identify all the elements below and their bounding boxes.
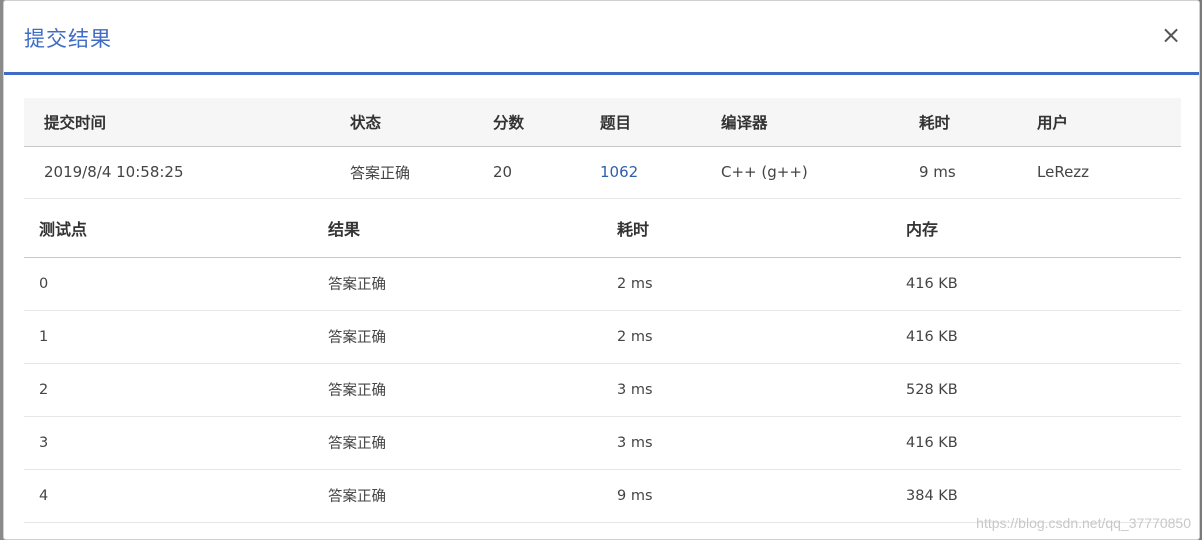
testcase-id: 3 <box>39 434 49 451</box>
testcase-header-row: 测试点 结果 耗时 内存 <box>24 200 1181 257</box>
submission-summary-table: 提交时间 状态 分数 题目 编译器 耗时 用户 2019/8/4 10:58:2… <box>24 98 1181 199</box>
header-score: 分数 <box>493 113 525 132</box>
table-row: 2 答案正确 3 ms 528 KB <box>24 363 1181 416</box>
testcase-memory: 416 KB <box>906 275 958 292</box>
table-row: 1 答案正确 2 ms 416 KB <box>24 310 1181 363</box>
header-problem: 题目 <box>600 113 632 132</box>
testcase-id: 4 <box>39 487 49 504</box>
table-row: 0 答案正确 2 ms 416 KB <box>24 257 1181 310</box>
header-result: 结果 <box>328 220 361 240</box>
submission-result-dialog: 提交结果 × 提交时间 状态 分数 题目 编译器 耗时 用户 2019/8/4 … <box>3 0 1200 540</box>
score: 20 <box>493 163 513 181</box>
header-elapsed: 耗时 <box>919 113 951 132</box>
header-compiler: 编译器 <box>721 113 768 132</box>
header-testcase: 测试点 <box>39 220 88 240</box>
header-status: 状态 <box>350 113 382 132</box>
summary-header-row: 提交时间 状态 分数 题目 编译器 耗时 用户 <box>24 98 1181 146</box>
header-time: 耗时 <box>617 220 650 240</box>
testcase-result: 答案正确 <box>328 330 386 346</box>
testcase-id: 1 <box>39 328 49 345</box>
table-row: 3 答案正确 3 ms 416 KB <box>24 416 1181 469</box>
testcase-result: 答案正确 <box>328 383 386 399</box>
problem-link[interactable]: 1062 <box>600 163 638 181</box>
testcase-result: 答案正确 <box>328 436 386 452</box>
testcase-id: 2 <box>39 381 49 398</box>
user-name: LeRezz <box>1037 163 1090 181</box>
testcase-memory: 528 KB <box>906 381 958 398</box>
testcase-id: 0 <box>39 275 49 292</box>
status-badge: 答案正确 <box>350 163 411 182</box>
testcase-time: 2 ms <box>617 275 653 292</box>
testcase-memory: 416 KB <box>906 434 958 451</box>
testcase-time: 9 ms <box>617 487 653 504</box>
dialog-title: 提交结果 <box>24 27 112 51</box>
testcase-memory: 416 KB <box>906 328 958 345</box>
header-memory: 内存 <box>906 220 939 240</box>
compiler: C++ (g++) <box>721 163 808 181</box>
submit-time: 2019/8/4 10:58:25 <box>44 163 184 181</box>
watermark: https://blog.csdn.net/qq_37770850 <box>976 515 1191 531</box>
summary-row: 2019/8/4 10:58:25 答案正确 20 1062 C++ (g++)… <box>24 146 1181 198</box>
testcase-result: 答案正确 <box>328 489 386 505</box>
dialog-header: 提交结果 × <box>4 1 1199 75</box>
testcase-time: 3 ms <box>617 434 653 451</box>
header-submit-time: 提交时间 <box>44 113 107 132</box>
elapsed-time: 9 ms <box>919 163 956 181</box>
testcase-time: 3 ms <box>617 381 653 398</box>
testcase-result: 答案正确 <box>328 277 386 293</box>
close-icon[interactable]: × <box>1159 23 1183 47</box>
testcase-time: 2 ms <box>617 328 653 345</box>
testcase-table: 测试点 结果 耗时 内存 0 答案正确 2 ms 416 KB 1 答案正确 2… <box>24 200 1181 523</box>
header-user: 用户 <box>1037 113 1069 132</box>
